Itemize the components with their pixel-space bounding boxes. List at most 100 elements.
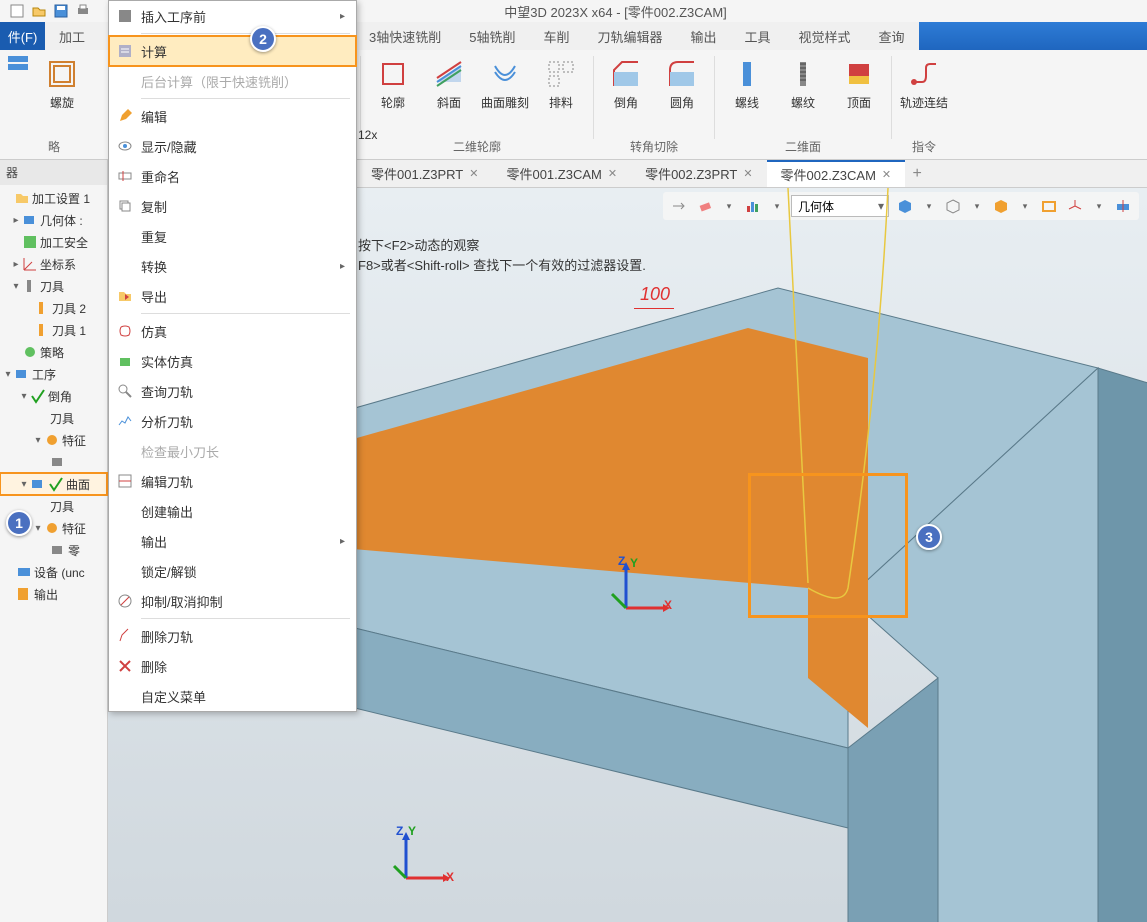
ribbon-group-cmd-label: 指令: [900, 136, 948, 157]
ctx-rename[interactable]: 重命名: [109, 161, 356, 191]
ctx-simulate[interactable]: 仿真: [109, 316, 356, 346]
doc-tab-1[interactable]: 零件001.Z3PRT✕: [357, 160, 492, 187]
menu-output[interactable]: 输出: [677, 22, 731, 50]
tree-op-item[interactable]: [0, 451, 107, 473]
sim-icon: [109, 323, 141, 339]
ctx-copy[interactable]: 复制: [109, 191, 356, 221]
ribbon-ramp-button[interactable]: 斜面: [425, 54, 473, 111]
ctx-query-path[interactable]: 查询刀轨: [109, 376, 356, 406]
copy-icon: [109, 198, 141, 214]
ribbon-group-corner-label: 转角切除: [602, 136, 706, 157]
solid-sim-icon: [109, 353, 141, 369]
menu-machining[interactable]: 加工: [45, 22, 105, 50]
ctx-create-output[interactable]: 创建输出: [109, 496, 356, 526]
panel-title: 器: [0, 160, 107, 185]
analyze-icon: [109, 413, 141, 429]
ctx-bg-calculate: 后台计算（限于快速铣削）: [109, 66, 356, 96]
doc-tab-2[interactable]: 零件001.Z3CAM✕: [492, 160, 631, 187]
ribbon-link-button[interactable]: 轨迹连结: [900, 54, 948, 111]
qat-open-icon[interactable]: [30, 2, 48, 20]
ribbon-group-2dface-label: 二维面: [723, 136, 883, 157]
qat-save-icon[interactable]: [52, 2, 70, 20]
ctx-delete[interactable]: 删除: [109, 651, 356, 681]
tree-op-feature[interactable]: ▾特征: [0, 429, 107, 451]
ctx-check-min: 检查最小刀长: [109, 436, 356, 466]
menu-3axis[interactable]: 3轴快速铣削: [355, 22, 455, 50]
menu-visual-style[interactable]: 视觉样式: [785, 22, 865, 50]
close-icon[interactable]: ✕: [882, 168, 891, 181]
ribbon-group-label: 略: [6, 136, 102, 157]
tree-op-part[interactable]: 零: [0, 539, 107, 561]
ctx-convert[interactable]: 转换▸: [109, 251, 356, 281]
add-tab-button[interactable]: +: [905, 165, 929, 183]
tree-op-tool[interactable]: 刀具: [0, 407, 107, 429]
qat-print-icon[interactable]: [74, 2, 92, 20]
tree-operations[interactable]: ▾工序: [0, 363, 107, 385]
marker-3: 3: [916, 524, 942, 550]
tree-tools[interactable]: ▾刀具: [0, 275, 107, 297]
doc-tab-3[interactable]: 零件002.Z3PRT✕: [631, 160, 766, 187]
qat-new-icon[interactable]: [8, 2, 26, 20]
menu-toolpath-editor[interactable]: 刀轨编辑器: [583, 22, 676, 50]
ribbon-nesting-button[interactable]: 排料: [537, 54, 585, 111]
tree-op-surface[interactable]: ▾曲面: [0, 473, 107, 495]
ribbon-helix-button[interactable]: 螺线: [723, 54, 771, 111]
tree-output[interactable]: 输出: [0, 583, 107, 605]
ctx-analyze-path[interactable]: 分析刀轨: [109, 406, 356, 436]
menu-turning[interactable]: 车削: [529, 22, 583, 50]
tree-device[interactable]: 设备 (unc: [0, 561, 107, 583]
ctx-lock[interactable]: 锁定/解锁: [109, 556, 356, 586]
ctx-edit-path[interactable]: 编辑刀轨: [109, 466, 356, 496]
ribbon-engrave-button[interactable]: 曲面雕刻: [481, 54, 529, 111]
tree-frame[interactable]: ▸坐标系: [0, 253, 107, 275]
eye-icon: [109, 138, 141, 154]
tree-op-chamfer[interactable]: ▾倒角: [0, 385, 107, 407]
ctx-insert-before[interactable]: 插入工序前▸: [109, 1, 356, 31]
tree-geometry[interactable]: ▸几何体 :: [0, 209, 107, 231]
suppress-icon: [109, 593, 141, 609]
menu-query[interactable]: 查询: [865, 22, 919, 50]
query-icon: [109, 383, 141, 399]
ribbon-contour-button[interactable]: 轮廓: [369, 54, 417, 111]
ribbon-group-2d-label: 二维轮廓: [369, 136, 585, 157]
export-icon: [109, 288, 141, 304]
tree-tool-2[interactable]: 刀具 2: [0, 297, 107, 319]
ribbon-spiral-button[interactable]: 螺旋: [38, 54, 86, 111]
ctx-customize[interactable]: 自定义菜单: [109, 681, 356, 711]
close-icon[interactable]: ✕: [743, 167, 752, 180]
tree-setup[interactable]: 加工设置 1: [0, 187, 107, 209]
file-menu[interactable]: 件(F): [0, 22, 45, 50]
ctx-edit[interactable]: 编辑: [109, 101, 356, 131]
calc-icon: [109, 43, 141, 59]
ctx-output[interactable]: 输出▸: [109, 526, 356, 556]
ctx-solid-sim[interactable]: 实体仿真: [109, 346, 356, 376]
ribbon-small-icon[interactable]: [6, 54, 30, 78]
insert-icon: [109, 8, 141, 24]
edit-path-icon: [109, 473, 141, 489]
tree-safety[interactable]: 加工安全: [0, 231, 107, 253]
rename-icon: [109, 168, 141, 184]
tree-strategy[interactable]: 策略: [0, 341, 107, 363]
tree-panel: 器 加工设置 1 ▸几何体 : 加工安全 ▸坐标系 ▾刀具 刀具 2 刀具 1 …: [0, 160, 108, 922]
delete-path-icon: [109, 628, 141, 644]
ribbon-chamfer-button[interactable]: 倒角: [602, 54, 650, 111]
ctx-export[interactable]: 导出: [109, 281, 356, 311]
close-icon[interactable]: ✕: [608, 167, 617, 180]
ribbon-topface-button[interactable]: 顶面: [835, 54, 883, 111]
ctx-show-hide[interactable]: 显示/隐藏: [109, 131, 356, 161]
ctx-delete-path[interactable]: 删除刀轨: [109, 621, 356, 651]
marker-1: 1: [6, 510, 32, 536]
ribbon-fillet-button[interactable]: 圆角: [658, 54, 706, 111]
doc-tab-4[interactable]: 零件002.Z3CAM✕: [767, 160, 906, 187]
ribbon-thread-button[interactable]: 螺纹: [779, 54, 827, 111]
ctx-suppress[interactable]: 抑制/取消抑制: [109, 586, 356, 616]
tree-tool-1[interactable]: 刀具 1: [0, 319, 107, 341]
close-icon[interactable]: ✕: [469, 167, 478, 180]
menu-tools[interactable]: 工具: [731, 22, 785, 50]
ctx-calculate[interactable]: 计算: [109, 36, 356, 66]
document-tabs: 零件001.Z3PRT✕ 零件001.Z3CAM✕ 零件002.Z3PRT✕ 零…: [357, 160, 1147, 188]
menu-5axis[interactable]: 5轴铣削: [455, 22, 529, 50]
delete-icon: [109, 658, 141, 674]
marker-2: 2: [250, 26, 276, 52]
ctx-repeat[interactable]: 重复: [109, 221, 356, 251]
